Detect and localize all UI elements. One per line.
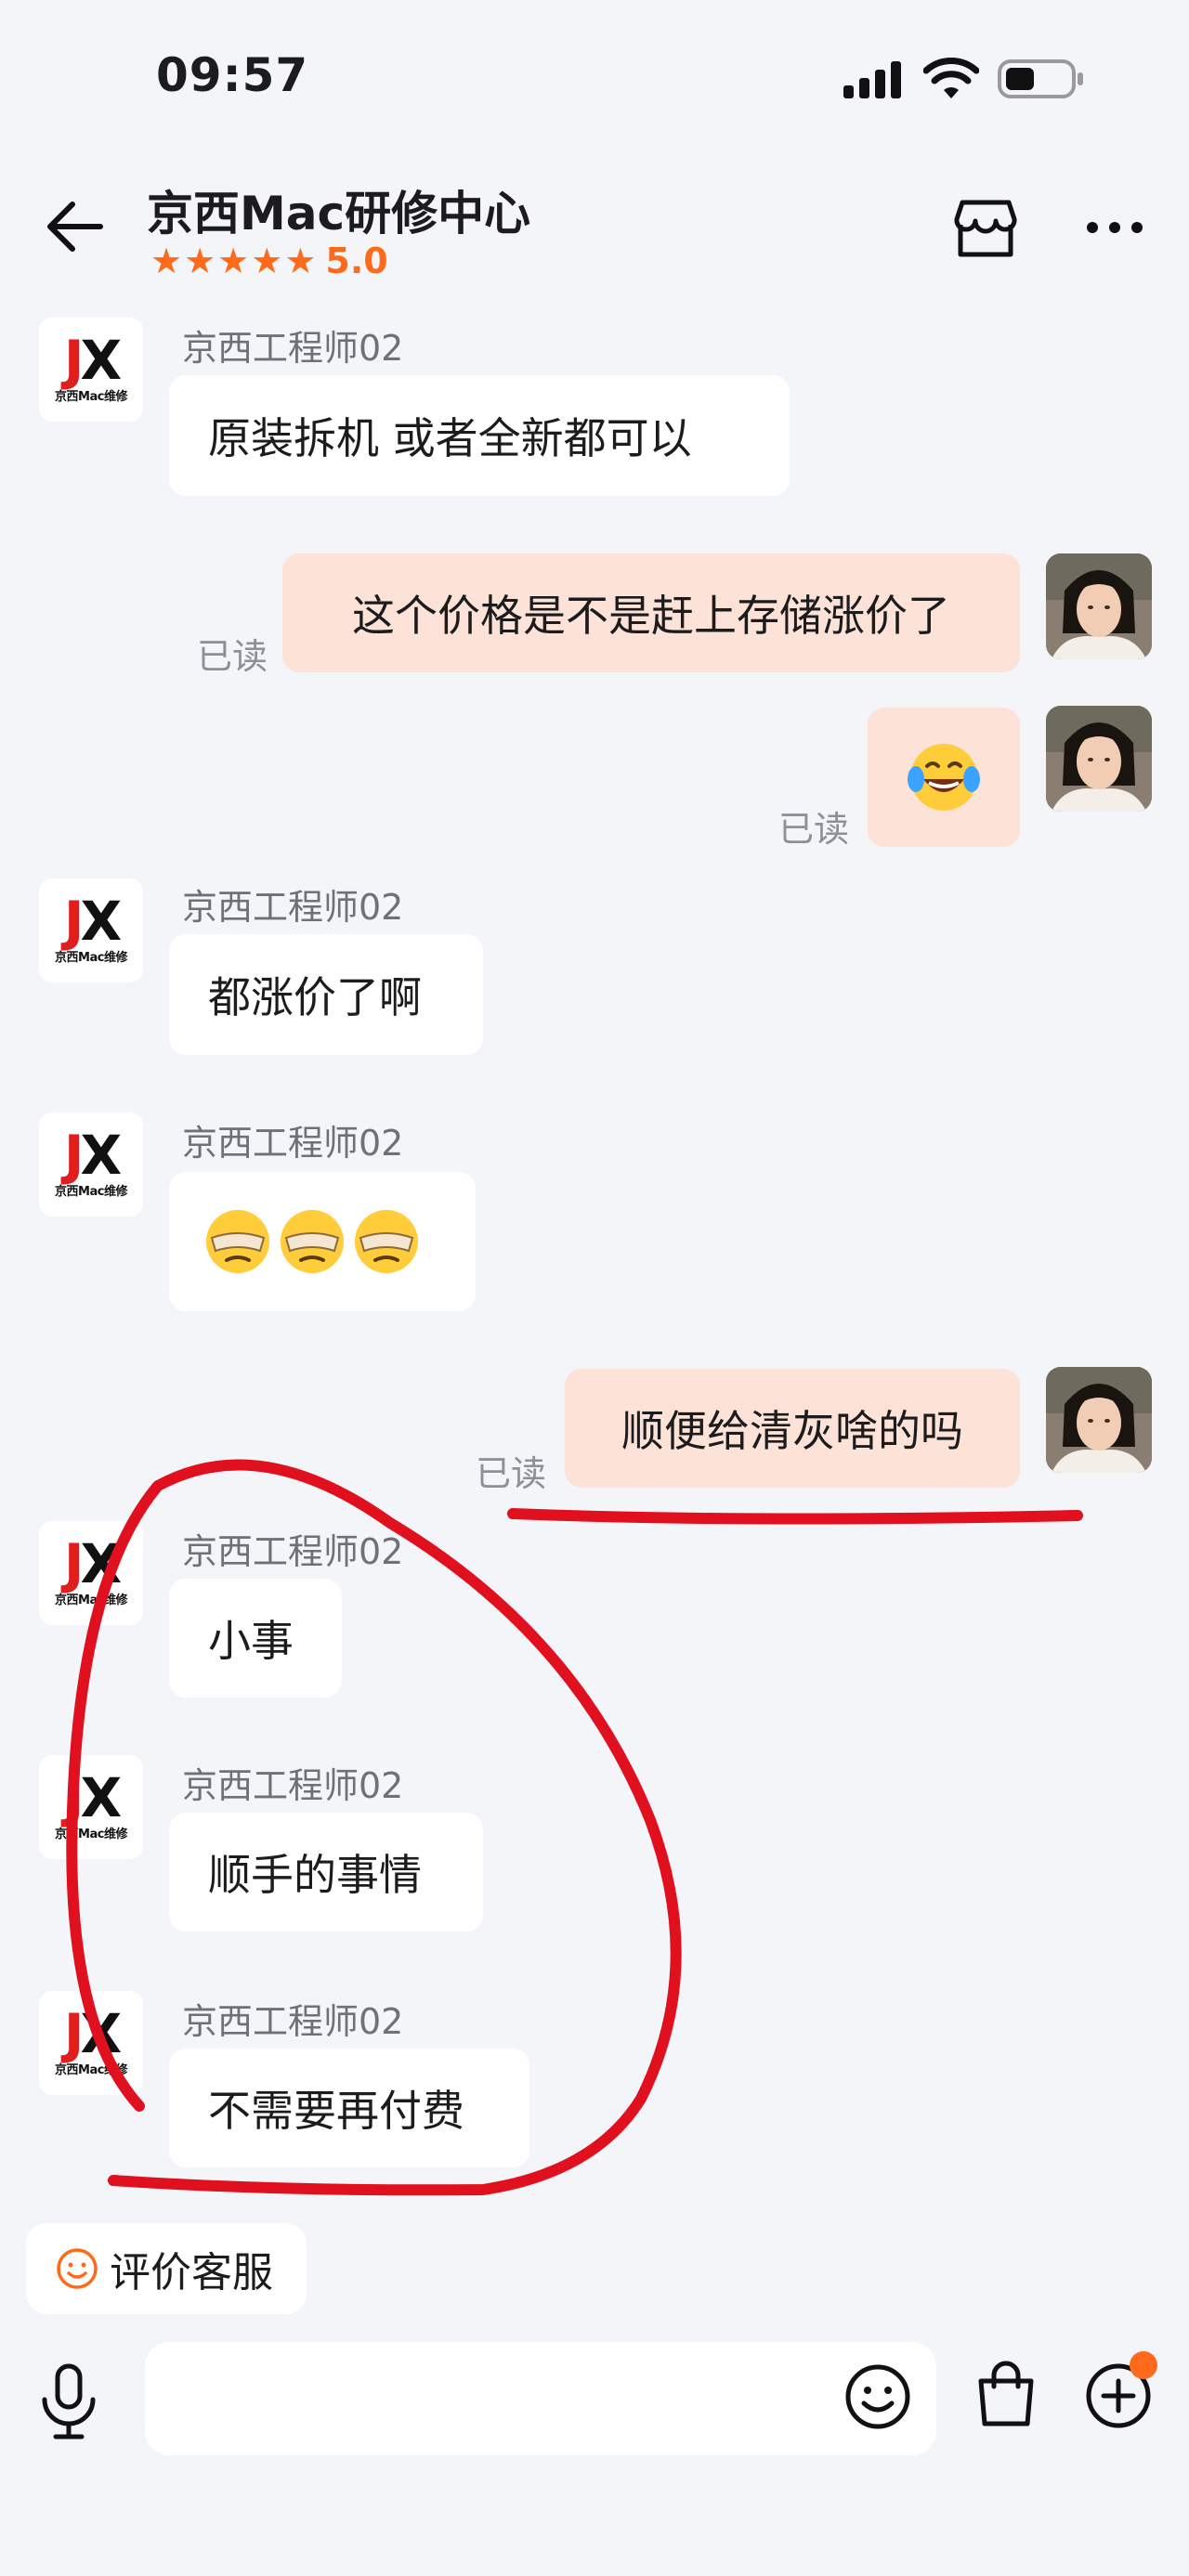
sender-name: 京西工程师02 [182,1531,404,1572]
shop-logo: JX [63,2001,122,2065]
shopping-bag-icon[interactable] [973,2359,1039,2429]
shop-logo-sub: 京西Mac维修 [55,2062,127,2077]
emoji-message-bubble[interactable] [169,1172,476,1311]
message-bubble[interactable]: 不需要再付费 [169,2049,529,2167]
laughing-tears-emoji-icon [908,744,980,811]
notification-dot [1130,2351,1157,2379]
star-icon: ★ [150,241,183,281]
user-avatar[interactable] [1046,1367,1152,1473]
rate-service-label: 评价客服 [110,2249,273,2296]
shop-title: 京西Mac研修中心 [147,187,531,241]
rating-value: 5.0 [325,241,388,281]
sender-name: 京西工程师02 [182,1765,404,1806]
facepalm-emoji-icon [281,1210,344,1273]
emoji-picker-icon[interactable] [843,2362,912,2431]
shop-logo-sub: 京西Mac维修 [55,950,127,965]
shop-avatar[interactable]: JX 京西Mac维修 [39,1112,143,1216]
battery-icon [998,59,1083,98]
shop-logo: JX [63,1123,122,1187]
microphone-icon[interactable] [35,2362,102,2440]
sender-name: 京西工程师02 [182,328,404,369]
wifi-icon [923,58,979,98]
status-time: 09:57 [156,48,309,102]
rate-service-button[interactable]: 评价客服 [26,2223,307,2314]
shop-logo: JX [63,328,122,392]
read-receipt: 已读 [197,636,268,677]
shop-avatar[interactable]: JX 京西Mac维修 [39,1755,143,1859]
sender-name: 京西工程师02 [182,2001,404,2042]
star-icon: ★ [284,241,317,281]
shop-logo-sub: 京西Mac维修 [55,389,127,404]
emoji-message-bubble[interactable] [868,708,1020,847]
facepalm-emoji-icon [206,1210,269,1273]
message-bubble[interactable]: 小事 [169,1579,342,1698]
shop-rating: ★ ★ ★ ★ ★ 5.0 [150,240,388,282]
message-bubble[interactable]: 顺便给清灰啥的吗 [565,1369,1020,1488]
star-icon: ★ [217,241,250,281]
message-bubble[interactable]: 原装拆机 或者全新都可以 [169,375,790,496]
sender-name: 京西工程师02 [182,1123,404,1164]
shop-logo-sub: 京西Mac维修 [55,1827,127,1841]
message-bubble[interactable]: 顺手的事情 [169,1813,483,1932]
shop-logo: JX [63,1765,122,1829]
shop-avatar[interactable]: JX 京西Mac维修 [39,878,143,982]
shop-logo: JX [63,889,122,953]
message-bubble[interactable]: 都涨价了啊 [169,934,483,1055]
shop-avatar[interactable]: JX 京西Mac维修 [39,1521,143,1625]
message-bubble[interactable]: 这个价格是不是赶上存储涨价了 [282,553,1020,672]
message-input[interactable] [145,2342,936,2455]
shop-logo: JX [63,1531,122,1595]
sender-name: 京西工程师02 [182,887,404,928]
read-receipt: 已读 [476,1453,547,1494]
shop-avatar[interactable]: JX 京西Mac维修 [39,1991,143,2095]
user-avatar[interactable] [1046,553,1152,659]
smiley-icon [57,2248,98,2289]
back-arrow-icon[interactable] [45,199,106,254]
star-icon: ★ [251,241,283,281]
shop-logo-sub: 京西Mac维修 [55,1593,127,1607]
user-avatar[interactable] [1046,706,1152,812]
facepalm-emoji-icon [355,1210,418,1273]
read-receipt: 已读 [778,809,850,850]
more-options-icon[interactable] [1085,214,1144,241]
star-icon: ★ [184,241,216,281]
shop-avatar[interactable]: JX 京西Mac维修 [39,318,143,422]
cellular-signal-icon [843,61,901,98]
shop-logo-sub: 京西Mac维修 [55,1184,127,1199]
store-icon[interactable] [953,197,1018,262]
